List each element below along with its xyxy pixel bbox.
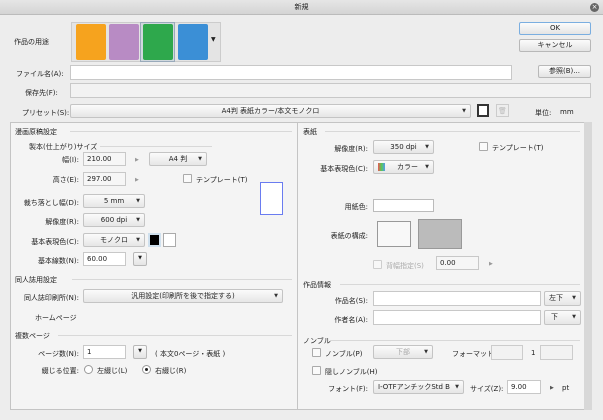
bleed-label: 裁ち落とし幅(D): <box>23 199 79 207</box>
author-name-position-select[interactable]: 下 <box>544 310 581 325</box>
file-name-label: ファイル名(A): <box>16 70 64 78</box>
cancel-button[interactable]: キャンセル <box>519 39 591 52</box>
spine-width-label: 背幅指定(S) <box>386 262 424 270</box>
font-size-unit: pt <box>562 384 570 392</box>
resolution-select[interactable]: 600 dpi <box>83 213 145 227</box>
right-binding-label: 右綴じ(R) <box>155 367 187 375</box>
cover-resolution-select[interactable]: 350 dpi <box>373 140 434 154</box>
color-mode-label: 基本表現色(C): <box>31 238 79 246</box>
spine-step-icon[interactable]: ▶ <box>489 261 493 267</box>
preset-select[interactable]: A4判 表紙カラー/本文モノクロ <box>70 104 471 118</box>
purpose-dropdown-icon[interactable]: ▼ <box>211 36 216 43</box>
page-count-note: ( 本文0ページ・表紙 ) <box>155 350 226 358</box>
spine-width-input[interactable]: 0.00 <box>436 256 479 270</box>
cover-layout-spread-icon[interactable] <box>418 219 462 249</box>
cover-color-label: 基本表現色(C): <box>320 165 368 173</box>
right-binding-radio[interactable] <box>142 365 151 374</box>
finish-size-title: 製本(仕上がり)サイズ <box>29 143 98 151</box>
bleed-select[interactable]: 5 mm <box>83 194 145 208</box>
height-label: 高さ(E): <box>52 176 79 184</box>
work-info-title: 作品情報 <box>303 281 331 289</box>
format-prefix-input[interactable] <box>491 345 523 360</box>
font-label: フォント(F): <box>328 385 368 393</box>
paper-color-swatch[interactable] <box>373 199 434 212</box>
black-swatch[interactable] <box>148 233 161 247</box>
size-preset-select[interactable]: A4 判 <box>149 152 207 166</box>
cover-resolution-label: 解像度(R): <box>334 145 368 153</box>
height-input[interactable]: 297.00 <box>83 172 126 186</box>
file-name-input[interactable] <box>70 65 512 80</box>
printer-label: 同人誌印刷所(N): <box>23 294 79 302</box>
width-label: 幅(I): <box>62 156 79 164</box>
homepage-link[interactable]: ホームページ <box>35 313 77 323</box>
page-preview <box>260 182 283 215</box>
window-title: 新規 <box>294 3 309 11</box>
unit-label: 単位: <box>535 109 552 117</box>
cover-layout-separate-icon[interactable] <box>377 221 411 247</box>
resolution-label: 解像度(R): <box>45 218 79 226</box>
left-binding-radio[interactable] <box>84 365 93 374</box>
animation-icon[interactable] <box>178 24 208 60</box>
white-swatch[interactable] <box>163 233 176 247</box>
page-count-dropdown[interactable]: ▼ <box>133 345 147 359</box>
nombre-checkbox[interactable] <box>312 348 321 357</box>
height-step-icon[interactable]: ▶ <box>135 177 139 183</box>
cover-title: 表紙 <box>303 128 317 136</box>
purpose-label: 作品の用途 <box>14 38 49 46</box>
font-select[interactable]: I-OTFアンチックStd B <box>373 380 464 394</box>
line-count-input[interactable]: 60.00 <box>83 252 126 266</box>
printer-select[interactable]: 汎用設定(印刷所を後で指定する) <box>83 289 283 303</box>
illustration-icon[interactable] <box>76 24 106 60</box>
preset-label: プリセット(S): <box>22 109 70 117</box>
width-step-icon[interactable]: ▶ <box>135 157 139 163</box>
author-name-input[interactable] <box>373 310 541 325</box>
left-binding-label: 左綴じ(L) <box>97 367 128 375</box>
color-mode-icon <box>378 163 385 171</box>
comic-icon[interactable] <box>143 24 173 60</box>
line-count-dropdown[interactable]: ▼ <box>133 252 147 266</box>
delete-preset-icon[interactable]: 🗑 <box>496 104 509 117</box>
save-location-label: 保存先(F): <box>25 89 58 97</box>
width-input[interactable]: 210.00 <box>83 152 126 166</box>
nombre-label: ノンブル(P) <box>325 350 363 358</box>
nombre-title: ノンブル <box>303 337 331 345</box>
template-checkbox[interactable] <box>183 174 192 183</box>
format-number: 1 <box>531 349 536 357</box>
format-suffix-input[interactable] <box>540 345 573 360</box>
close-icon[interactable]: × <box>590 3 599 12</box>
author-name-label: 作者名(A): <box>334 316 368 324</box>
hidden-nombre-label: 隠しノンブル(H) <box>325 368 378 376</box>
color-mode-select[interactable]: モノクロ <box>83 233 145 247</box>
hidden-nombre-checkbox[interactable] <box>312 366 321 375</box>
unit-value: mm <box>560 108 574 116</box>
spine-width-checkbox[interactable] <box>373 260 382 269</box>
work-name-input[interactable] <box>373 291 541 306</box>
font-size-step-icon[interactable]: ▶ <box>550 385 554 391</box>
cover-layout-label: 表紙の構成: <box>330 232 368 240</box>
cover-template-checkbox[interactable] <box>479 142 488 151</box>
nombre-position-select[interactable]: 下部 <box>373 345 433 359</box>
cover-template-label: テンプレート(T) <box>492 144 544 152</box>
line-count-label: 基本線数(N): <box>37 257 79 265</box>
font-size-input[interactable]: 9.00 <box>507 380 541 394</box>
scrollbar[interactable] <box>584 122 592 410</box>
title-bar: 新規 <box>0 0 603 15</box>
template-label: テンプレート(T) <box>196 176 248 184</box>
manga-settings-title: 漫画原稿設定 <box>15 128 57 136</box>
ok-button[interactable]: OK <box>519 22 591 35</box>
page-count-input[interactable]: 1 <box>83 345 126 359</box>
save-preset-icon[interactable] <box>477 104 489 117</box>
work-name-label: 作品名(S): <box>334 297 368 305</box>
work-name-position-select[interactable]: 左下 <box>544 291 581 306</box>
font-size-label: サイズ(Z): <box>470 385 504 393</box>
page-count-label: ページ数(N): <box>38 350 79 358</box>
browse-button[interactable]: 参照(B)... <box>538 65 591 78</box>
format-label: フォーマット: <box>452 350 497 358</box>
webtoon-icon[interactable] <box>109 24 139 60</box>
save-location-field <box>70 83 591 98</box>
paper-color-label: 用紙色: <box>344 203 368 211</box>
doujin-settings-title: 同人誌用設定 <box>15 276 57 284</box>
binding-label: 綴じる位置: <box>41 367 79 375</box>
multi-page-title: 複数ページ <box>15 332 50 340</box>
